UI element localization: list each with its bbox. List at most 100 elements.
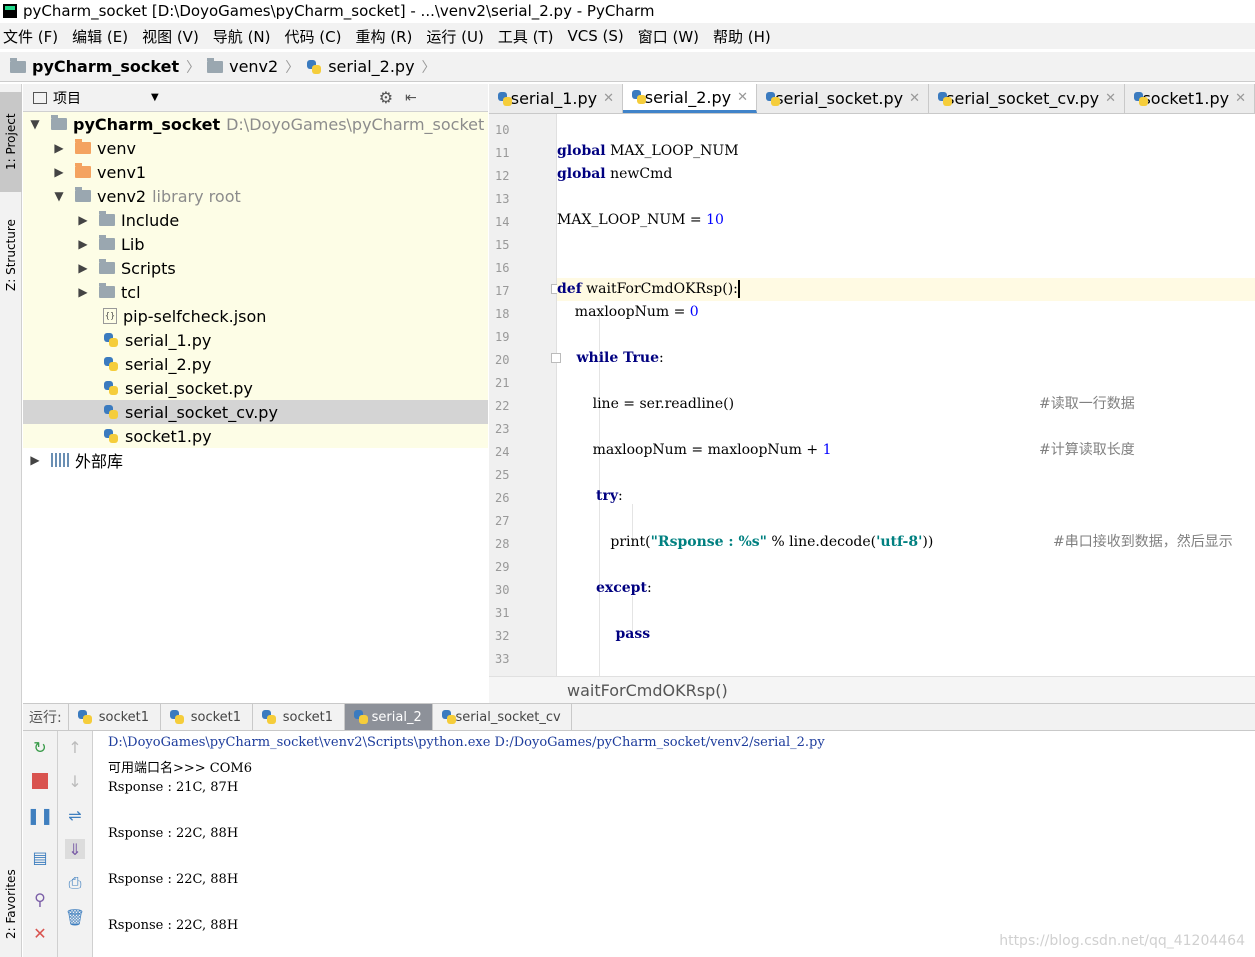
python-file-icon bbox=[103, 404, 119, 420]
chevron-right-icon[interactable]: ▶ bbox=[75, 285, 91, 299]
chevron-right-icon[interactable]: ▶ bbox=[51, 165, 67, 179]
nav-crumb-file[interactable]: serial_2.py bbox=[302, 57, 418, 76]
nav-folder-label: venv2 bbox=[229, 57, 279, 76]
tree-item-socket1[interactable]: socket1.py bbox=[23, 424, 488, 448]
print-icon[interactable]: ⎙ bbox=[65, 873, 85, 893]
chevron-down-icon[interactable]: ▼ bbox=[27, 117, 43, 131]
run-tab-serial-2[interactable]: serial_2 bbox=[343, 704, 432, 730]
chevron-right-icon[interactable]: ▶ bbox=[27, 453, 43, 467]
pause-icon[interactable]: ❚❚ bbox=[27, 805, 54, 825]
tree-item-venv[interactable]: ▶ venv bbox=[23, 136, 488, 160]
tab-structure-toolwindow[interactable]: Z: Structure bbox=[0, 200, 22, 310]
menu-edit[interactable]: 编辑 (E) bbox=[69, 26, 135, 47]
soft-wrap-icon[interactable]: ⇌ bbox=[65, 805, 85, 825]
tree-item-label: serial_2.py bbox=[125, 354, 212, 374]
python-file-icon bbox=[631, 89, 646, 105]
menu-file[interactable]: 文件 (F) bbox=[0, 26, 65, 47]
tab-favorites-toolwindow[interactable]: 2: Favorites bbox=[0, 854, 22, 954]
menu-code[interactable]: 代码 (C) bbox=[282, 26, 349, 47]
tab-socket1[interactable]: socket1.py ✕ bbox=[1125, 84, 1255, 113]
tree-item-include[interactable]: ▶ Include bbox=[23, 208, 488, 232]
tree-item-pip-selfcheck[interactable]: {} pip-selfcheck.json bbox=[23, 304, 488, 328]
line-number: 23 bbox=[495, 422, 510, 436]
json-file-icon: {} bbox=[103, 308, 117, 324]
run-tab-socket1[interactable]: socket1 bbox=[159, 704, 252, 730]
trash-icon[interactable]: 🗑 bbox=[65, 907, 85, 927]
run-tab-socket1[interactable]: socket1 bbox=[251, 704, 344, 730]
chevron-right-icon[interactable]: ▶ bbox=[75, 261, 91, 275]
restore-layout-icon[interactable]: ▤ bbox=[30, 847, 50, 867]
tab-project-toolwindow[interactable]: 1: Project bbox=[0, 92, 22, 192]
menu-run[interactable]: 运行 (U) bbox=[423, 26, 490, 47]
close-icon[interactable]: ✕ bbox=[30, 923, 50, 943]
menu-help[interactable]: 帮助 (H) bbox=[710, 26, 778, 47]
hide-panel-icon[interactable]: ⇤ bbox=[405, 90, 417, 106]
close-icon[interactable]: ✕ bbox=[737, 90, 748, 105]
tab-serial-socket[interactable]: serial_socket.py ✕ bbox=[757, 84, 929, 113]
python-file-icon bbox=[169, 709, 185, 725]
stop-icon[interactable] bbox=[30, 771, 50, 791]
editor-breadcrumb-function[interactable]: waitForCmdOKRsp() bbox=[567, 681, 728, 700]
tree-item-label: tcl bbox=[121, 282, 141, 302]
arrow-up-icon[interactable]: ↑ bbox=[65, 737, 85, 757]
tree-item-external-libraries[interactable]: ▶ 外部库 bbox=[23, 448, 488, 472]
tree-item-serial-socket[interactable]: serial_socket.py bbox=[23, 376, 488, 400]
line-number: 22 bbox=[495, 399, 510, 413]
line-number: 25 bbox=[495, 468, 510, 482]
tree-item-label: serial_socket.py bbox=[125, 378, 253, 398]
tree-item-label: Scripts bbox=[121, 258, 176, 278]
tree-item-scripts[interactable]: ▶ Scripts bbox=[23, 256, 488, 280]
rerun-icon[interactable]: ↻ bbox=[30, 737, 50, 757]
pin-icon[interactable]: ⚲ bbox=[30, 889, 50, 909]
nav-crumb-folder[interactable]: venv2 bbox=[203, 57, 282, 76]
chevron-down-icon[interactable]: ▼ bbox=[51, 189, 67, 203]
line-number: 33 bbox=[495, 652, 510, 666]
tree-item-lib[interactable]: ▶ Lib bbox=[23, 232, 488, 256]
menu-tools[interactable]: 工具 (T) bbox=[495, 26, 561, 47]
close-icon[interactable]: ✕ bbox=[909, 91, 920, 106]
pycharm-logo-icon bbox=[3, 4, 17, 18]
code-text: % line.decode( bbox=[766, 534, 877, 550]
keyword: while True bbox=[557, 350, 660, 366]
chevron-right-icon: 〉 bbox=[421, 59, 436, 76]
menu-vcs[interactable]: VCS (S) bbox=[564, 27, 630, 45]
line-number: 29 bbox=[495, 560, 510, 574]
tab-serial-1[interactable]: serial_1.py ✕ bbox=[489, 84, 623, 113]
tree-item-tcl[interactable]: ▶ tcl bbox=[23, 280, 488, 304]
run-console[interactable]: D:\DoyoGames\pyCharm_socket\venv2\Script… bbox=[93, 731, 1255, 957]
close-icon[interactable]: ✕ bbox=[1235, 91, 1246, 106]
scroll-to-end-icon[interactable]: ⇓ bbox=[65, 839, 85, 859]
chevron-right-icon[interactable]: ▶ bbox=[75, 237, 91, 251]
tree-item-serial-2[interactable]: serial_2.py bbox=[23, 352, 488, 376]
menu-view[interactable]: 视图 (V) bbox=[139, 26, 206, 47]
chevron-down-icon[interactable]: ▼ bbox=[151, 92, 159, 103]
folder-icon bbox=[10, 57, 26, 73]
tree-item-venv1[interactable]: ▶ venv1 bbox=[23, 160, 488, 184]
tree-item-root[interactable]: ▼ pyCharm_socket D:\DoyoGames\pyCharm_so… bbox=[23, 112, 488, 136]
comment: #串口接收到数据，然后显示 bbox=[1053, 534, 1233, 550]
close-icon[interactable]: ✕ bbox=[603, 91, 614, 106]
gear-icon[interactable]: ⚙ bbox=[379, 88, 393, 107]
run-tab-socket1[interactable]: socket1 bbox=[67, 704, 160, 730]
tab-serial-2[interactable]: serial_2.py ✕ bbox=[623, 84, 757, 113]
arrow-down-icon[interactable]: ↓ bbox=[65, 771, 85, 791]
menu-navigate[interactable]: 导航 (N) bbox=[210, 26, 278, 47]
tab-serial-socket-cv[interactable]: serial_socket_cv.py ✕ bbox=[929, 84, 1125, 113]
tree-item-serial-1[interactable]: serial_1.py bbox=[23, 328, 488, 352]
tree-item-label: venv2 bbox=[97, 186, 147, 206]
menu-window[interactable]: 窗口 (W) bbox=[635, 26, 706, 47]
tree-item-venv2[interactable]: ▼ venv2 library root bbox=[23, 184, 488, 208]
code-editor[interactable]: 10 11 12 13 14 15 16 17 18 19 20 21 22 2… bbox=[489, 114, 1255, 676]
python-file-icon bbox=[103, 380, 119, 396]
nav-crumb-project[interactable]: pyCharm_socket bbox=[6, 57, 183, 76]
close-icon[interactable]: ✕ bbox=[1105, 91, 1116, 106]
project-panel-title[interactable]: 项目 bbox=[53, 88, 81, 108]
run-tab-serial-socket-cv[interactable]: serial_socket_cv bbox=[431, 704, 572, 730]
menu-refactor[interactable]: 重构 (R) bbox=[352, 26, 419, 47]
python-file-icon bbox=[937, 91, 953, 107]
tree-item-serial-socket-cv[interactable]: serial_socket_cv.py bbox=[23, 400, 488, 424]
console-line: Rsponse : 21C, 87H bbox=[108, 780, 239, 795]
nav-project-label: pyCharm_socket bbox=[32, 57, 180, 76]
chevron-right-icon[interactable]: ▶ bbox=[75, 213, 91, 227]
chevron-right-icon[interactable]: ▶ bbox=[51, 141, 67, 155]
